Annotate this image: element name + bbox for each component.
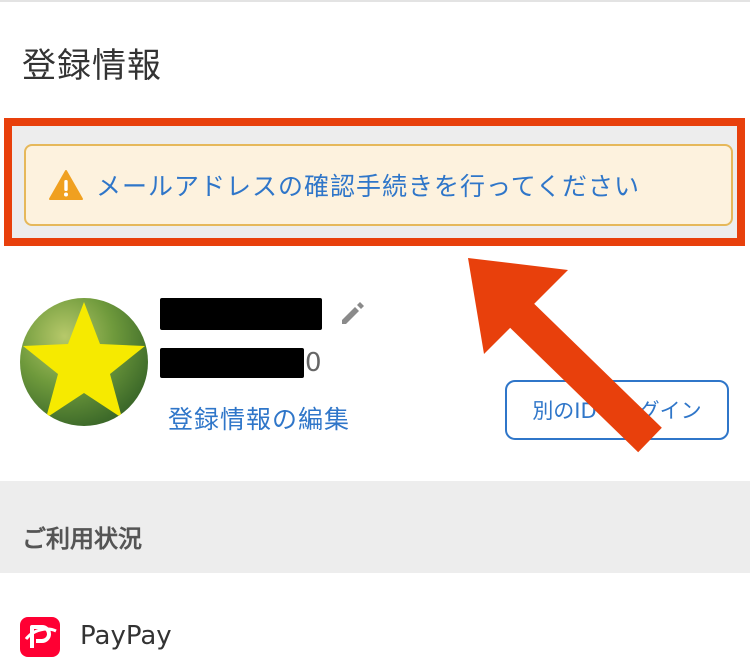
- usage-title: ご利用状況: [22, 525, 142, 553]
- avatar: [20, 298, 148, 426]
- divider: [0, 0, 750, 2]
- pencil-icon[interactable]: [338, 300, 366, 328]
- highlight-box: メールアドレスの確認手続きを行ってください: [4, 118, 745, 246]
- user-id-suffix: 0: [305, 348, 322, 378]
- paypay-icon: [20, 617, 60, 657]
- section-title: 登録情報: [22, 46, 162, 86]
- edit-profile-link[interactable]: 登録情報の編集: [168, 400, 350, 436]
- redacted-username: [160, 298, 322, 330]
- screen: 登録情報 メールアドレスの確認手続きを行ってください 0 登録情報の編集 別のI…: [0, 0, 750, 671]
- service-item-paypay[interactable]: PayPay: [0, 573, 750, 671]
- email-verification-notice[interactable]: メールアドレスの確認手続きを行ってください: [24, 144, 733, 226]
- service-label: PayPay: [80, 621, 172, 651]
- notice-text: メールアドレスの確認手続きを行ってください: [96, 172, 641, 201]
- redacted-user-id: [160, 348, 304, 378]
- star-icon: [23, 302, 145, 418]
- arrow-annotation: [468, 258, 662, 453]
- usage-section-header: ご利用状況: [0, 481, 750, 573]
- warning-icon: [49, 170, 83, 200]
